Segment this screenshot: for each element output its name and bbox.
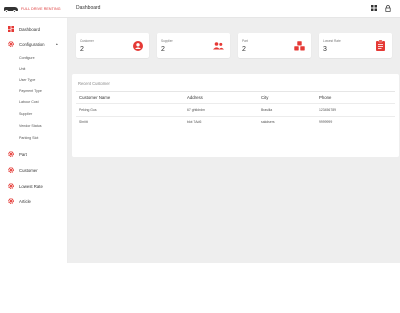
panel-title: Recent Customer <box>78 81 110 86</box>
gear-icon <box>8 183 14 189</box>
recent-customer-panel: Recent Customer Customer Name Address Ci… <box>72 74 399 157</box>
cell-customer-name: Peking Gus <box>79 108 97 112</box>
card-label: Part <box>242 39 248 43</box>
column-header-phone: Phone <box>319 95 332 100</box>
divider <box>76 116 395 117</box>
submenu-item-configure[interactable]: Configure <box>19 56 35 60</box>
brand-name: FULL DRIVE RENTING <box>21 6 61 11</box>
divider <box>76 91 395 92</box>
sidebar-item-article[interactable]: Article <box>0 196 67 206</box>
page-bottom-blank <box>0 263 400 313</box>
grid-menu-icon[interactable] <box>370 4 378 12</box>
gear-icon <box>8 167 14 173</box>
sidebar-item-label: Dashboard <box>19 26 41 32</box>
card-label: Customer <box>80 39 94 43</box>
sidebar-item-label: Article <box>19 198 31 204</box>
user-circle-icon <box>132 40 143 51</box>
sidebar-item-lowest-rate[interactable]: Lowest Rate <box>0 181 67 191</box>
card-value: 2 <box>80 46 84 53</box>
submenu-item-vendor-status[interactable]: Vendor Status <box>19 124 42 128</box>
card-label: Lowest Rate <box>323 39 341 43</box>
gear-icon <box>8 41 14 47</box>
submenu-item-unit[interactable]: Unit <box>19 67 25 71</box>
stat-card-lowest-rate[interactable]: Lowest Rate 3 <box>319 33 392 58</box>
cell-city: Brasilia <box>261 108 273 112</box>
cell-phone: 9999999 <box>319 120 333 124</box>
sidebar-item-label: Configuration <box>19 41 45 47</box>
submenu-item-parking-slot[interactable]: Parking Slot <box>19 136 38 140</box>
cell-address: blot 7Ad6 <box>187 120 202 124</box>
sidebar-item-label: Lowest Rate <box>19 183 43 189</box>
page-title: Dashboard <box>76 5 101 11</box>
gear-icon <box>8 198 14 204</box>
cell-address: 67 ghtldrdm <box>187 108 205 112</box>
submenu-item-payment-type[interactable]: Payment Type <box>19 89 42 93</box>
top-bar: FULL DRIVE RENTING Dashboard <box>0 0 400 18</box>
cell-phone: 123456789 <box>319 108 336 112</box>
stat-card-supplier[interactable]: Supplier 2 <box>157 33 230 58</box>
card-label: Supplier <box>161 39 173 43</box>
card-value: 2 <box>161 46 165 53</box>
sidebar: Dashboard Configuration ▴ Configure Unit… <box>0 18 68 263</box>
sidebar-item-part[interactable]: Part <box>0 149 67 159</box>
main-content: Customer 2 Supplier 2 Part 2 Lowest Rate… <box>68 18 400 263</box>
sidebar-item-customer[interactable]: Customer <box>0 165 67 175</box>
stat-card-part[interactable]: Part 2 <box>238 33 311 58</box>
card-value: 3 <box>323 46 327 53</box>
gear-icon <box>8 151 14 157</box>
sidebar-item-label: Customer <box>19 167 38 173</box>
submenu-item-supplier[interactable]: Supplier <box>19 112 32 116</box>
cubes-icon <box>294 40 305 51</box>
car-logo-icon <box>4 5 18 13</box>
card-value: 2 <box>242 46 246 53</box>
clipboard-icon <box>375 40 386 51</box>
cell-city: sakdsers <box>261 120 275 124</box>
sidebar-item-configuration[interactable]: Configuration ▴ <box>0 39 67 49</box>
sidebar-item-dashboard[interactable]: Dashboard <box>0 24 67 34</box>
stat-card-customer[interactable]: Customer 2 <box>76 33 149 58</box>
divider <box>76 103 395 104</box>
sidebar-item-label: Part <box>19 151 27 157</box>
brand[interactable]: FULL DRIVE RENTING <box>4 4 61 13</box>
lock-icon[interactable] <box>384 4 392 12</box>
dashboard-icon <box>8 26 14 32</box>
column-header-city: City <box>261 95 269 100</box>
column-header-customer-name: Customer Name <box>79 95 111 100</box>
column-header-address: Address <box>187 95 203 100</box>
submenu-item-user-type[interactable]: User Type <box>19 78 35 82</box>
chevron-up-icon: ▴ <box>56 42 58 46</box>
cell-customer-name: Shriitt <box>79 120 88 124</box>
submenu-item-labour-cost[interactable]: Labour Cost <box>19 100 39 104</box>
users-icon <box>213 40 224 51</box>
